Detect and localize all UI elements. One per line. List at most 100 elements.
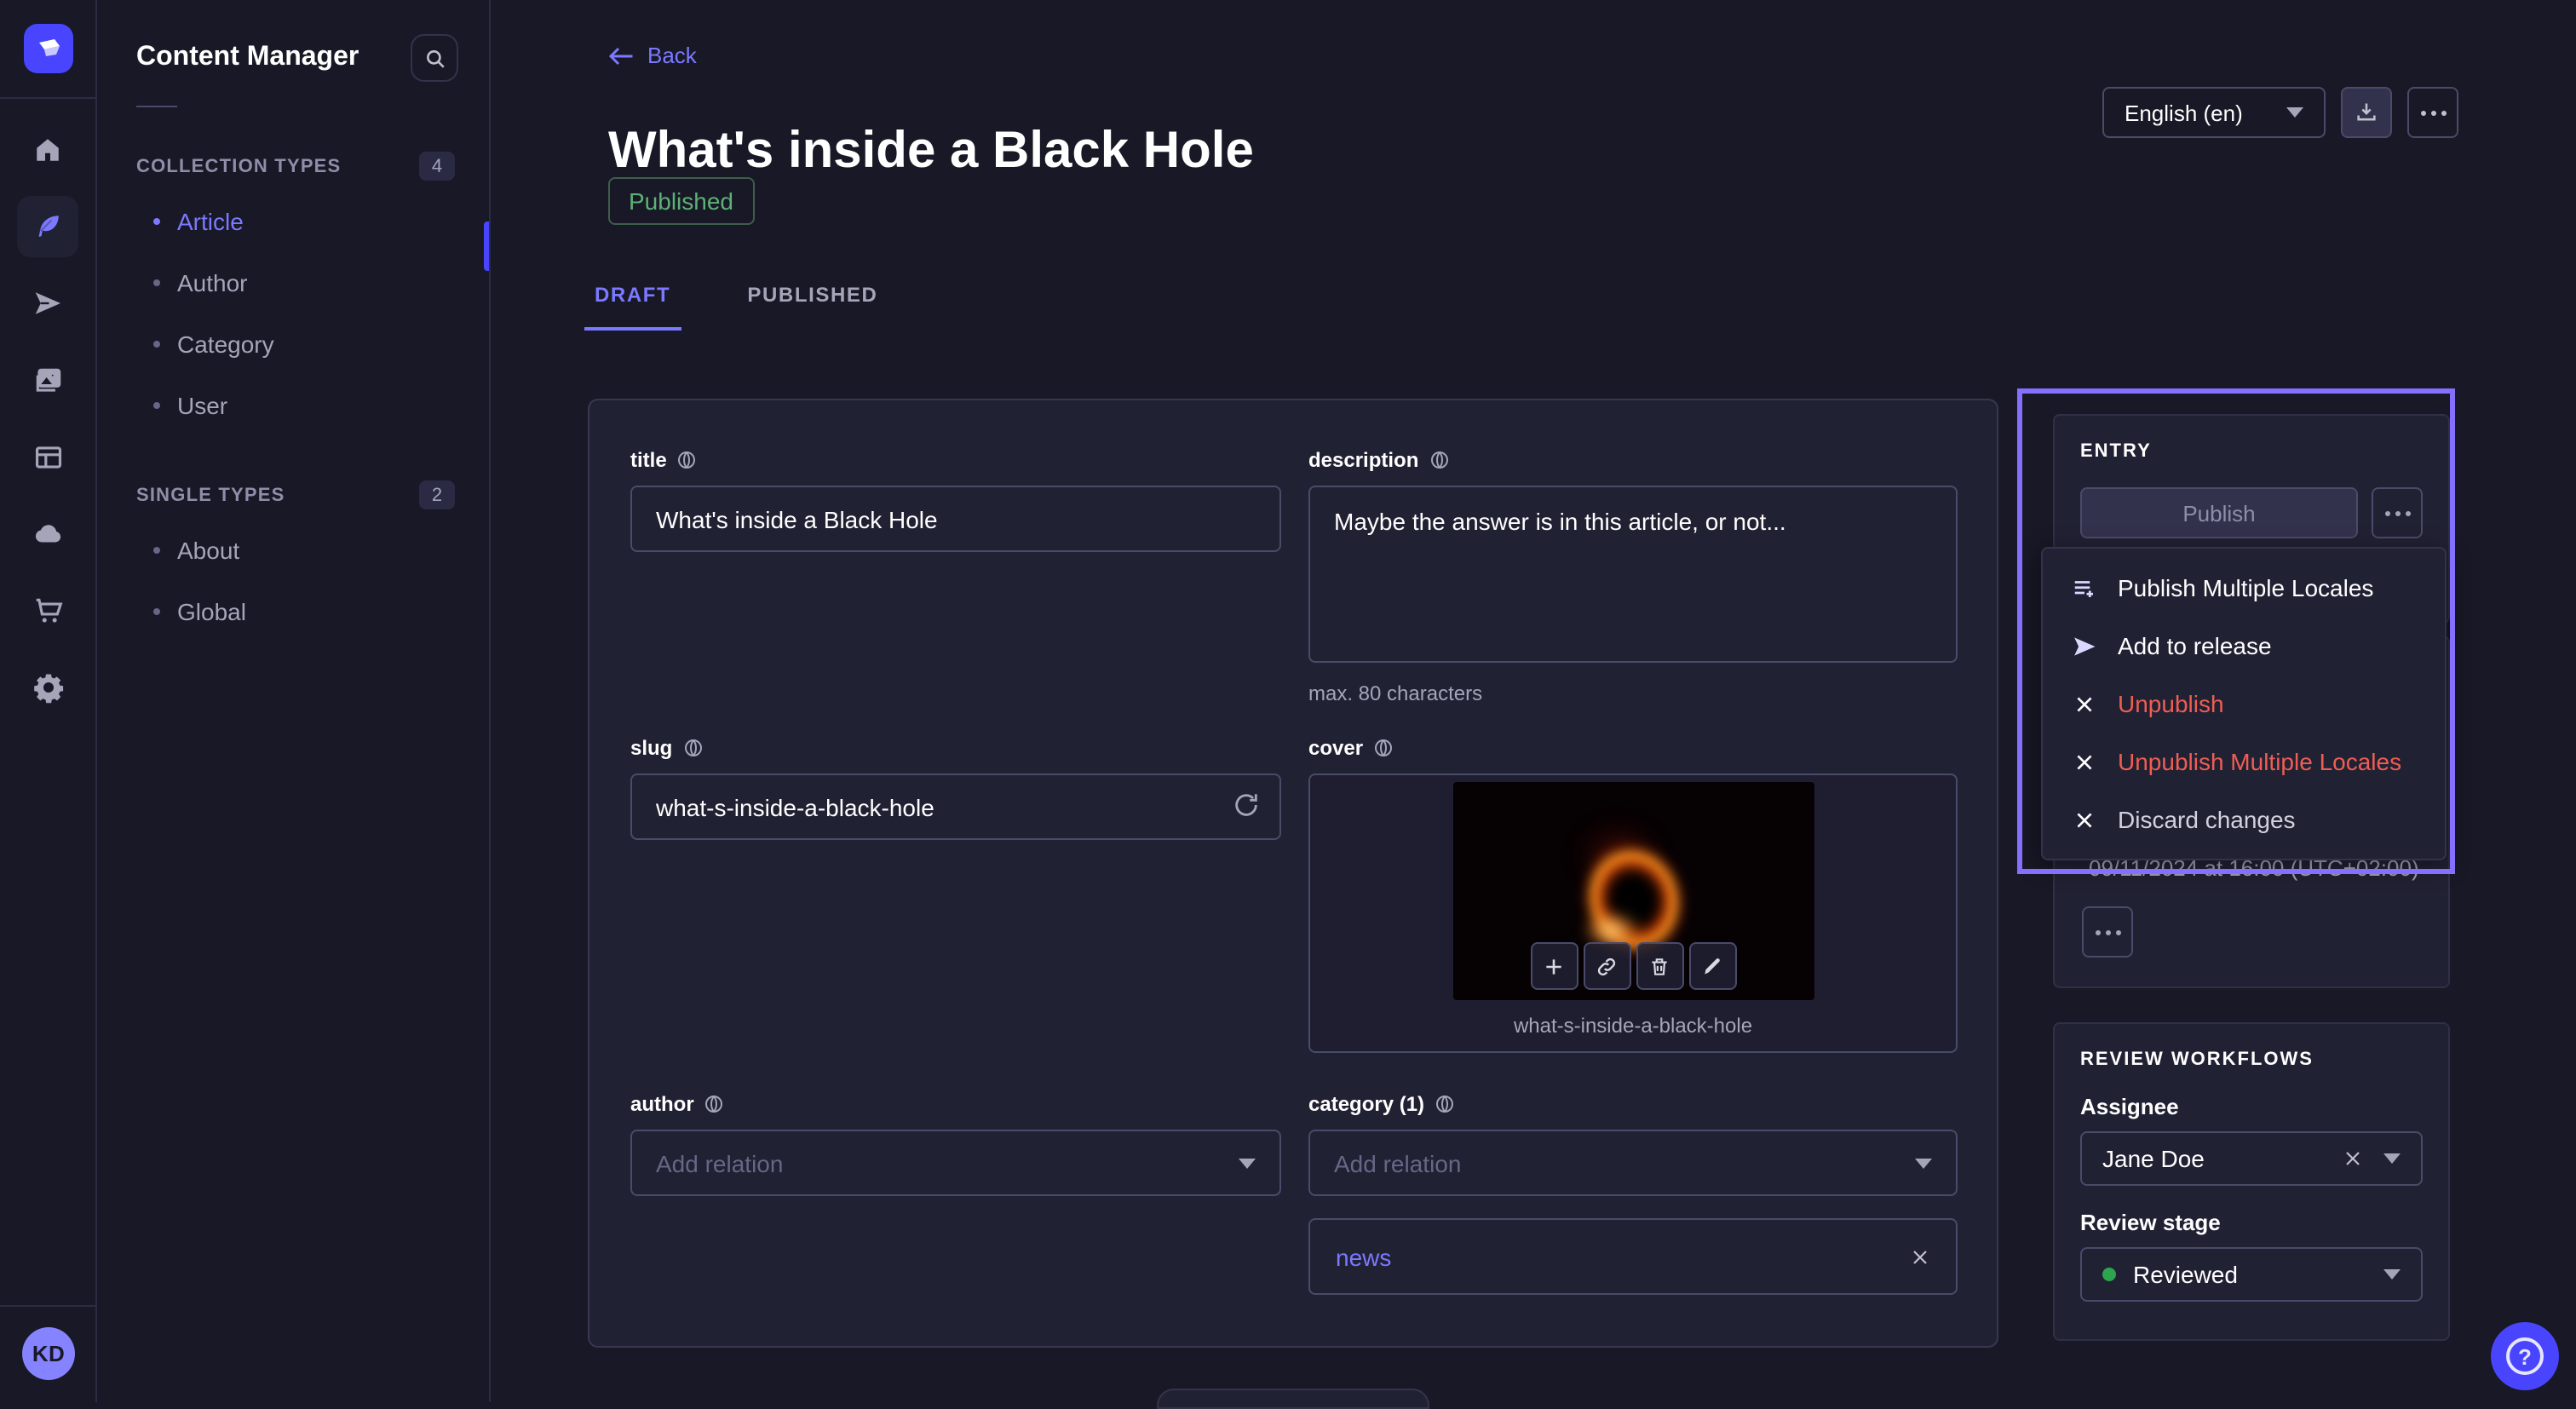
menu-item-label: Unpublish — [2118, 690, 2224, 717]
strapi-admin-app: KD Content Manager COLLECTION TYPES 4 Ar… — [0, 0, 2576, 1402]
cover-media-box: what-s-inside-a-black-hole — [1308, 774, 1958, 1053]
tab-draft[interactable]: DRAFT — [584, 283, 681, 331]
slug-input[interactable] — [630, 774, 1281, 840]
field-label-text: cover — [1308, 736, 1363, 760]
single-types-section: SINGLE TYPES 2 About Global — [97, 480, 489, 642]
user-avatar[interactable]: KD — [22, 1327, 75, 1380]
releases-icon[interactable] — [17, 273, 78, 334]
menu-item-add-to-release[interactable]: Add to release — [2043, 617, 2445, 675]
cross-icon — [2070, 693, 2097, 715]
field-label-text: title — [630, 448, 667, 472]
bullet-icon — [153, 547, 160, 554]
home-icon[interactable] — [17, 119, 78, 181]
sidebar-item-global[interactable]: Global — [97, 581, 489, 642]
menu-item-label: Add to release — [2118, 632, 2272, 659]
content-manager-subnav: Content Manager COLLECTION TYPES 4 Artic… — [97, 0, 491, 1402]
cover-field-label: cover — [1308, 736, 1958, 760]
select-placeholder: Add relation — [1334, 1149, 1461, 1176]
cut-off-bottom-button[interactable] — [1157, 1389, 1429, 1409]
entry-actions-menu: Publish Multiple Locales Add to release … — [2041, 547, 2447, 860]
chevron-down-icon — [2286, 107, 2303, 118]
ellipsis-icon — [2105, 929, 2110, 935]
sidebar-item-label: Article — [177, 208, 244, 235]
globe-icon — [1435, 1094, 1455, 1114]
entry-form-card: title description Maybe the answer is in… — [588, 399, 1998, 1348]
strapi-logo[interactable] — [24, 24, 73, 73]
help-button[interactable]: ? — [2491, 1322, 2559, 1390]
review-stage-select[interactable]: Reviewed — [2080, 1247, 2423, 1302]
deploy-cloud-icon[interactable] — [17, 503, 78, 564]
assignee-select[interactable]: Jane Doe — [2080, 1131, 2423, 1186]
settings-gear-icon[interactable] — [17, 656, 78, 717]
cover-toolbar — [1530, 942, 1736, 990]
assignee-value: Jane Doe — [2102, 1145, 2343, 1172]
category-relation-select[interactable]: Add relation — [1308, 1130, 1958, 1196]
select-placeholder: Add relation — [656, 1149, 783, 1176]
menu-item-discard-changes[interactable]: Discard changes — [2043, 791, 2445, 848]
locale-select[interactable]: English (en) — [2102, 87, 2326, 138]
export-button[interactable] — [2341, 87, 2392, 138]
locale-value: English (en) — [2125, 100, 2243, 125]
chevron-down-icon — [1915, 1158, 1932, 1168]
chevron-down-icon — [1239, 1158, 1256, 1168]
section-label: SINGLE TYPES — [136, 485, 285, 505]
sidebar-item-user[interactable]: User — [97, 375, 489, 436]
sidebar-item-about[interactable]: About — [97, 520, 489, 581]
ellipsis-icon — [2430, 110, 2435, 115]
search-button[interactable] — [411, 34, 458, 82]
slug-field-label: slug — [630, 736, 1281, 760]
information-more-button[interactable] — [2082, 906, 2133, 958]
rail-divider — [0, 97, 95, 99]
globe-icon — [682, 738, 703, 758]
copy-link-button[interactable] — [1583, 942, 1630, 990]
clear-assignee-icon[interactable] — [2343, 1148, 2363, 1169]
back-link[interactable]: Back — [608, 43, 697, 68]
sidebar-item-label: Category — [177, 331, 274, 358]
back-label: Back — [647, 43, 697, 68]
collection-types-count-badge: 4 — [419, 152, 455, 181]
entry-more-button[interactable] — [2372, 487, 2423, 538]
list-plus-icon — [2070, 575, 2097, 601]
publish-button[interactable]: Publish — [2080, 487, 2358, 538]
bullet-icon — [153, 279, 160, 286]
field-label-text: author — [630, 1092, 694, 1116]
tab-published[interactable]: PUBLISHED — [737, 283, 888, 331]
description-hint: max. 80 characters — [1308, 681, 1958, 705]
content-type-builder-icon[interactable] — [17, 426, 78, 487]
add-media-button[interactable] — [1530, 942, 1578, 990]
bullet-icon — [153, 402, 160, 409]
paper-plane-icon — [2070, 633, 2097, 658]
chevron-down-icon — [2383, 1269, 2401, 1280]
regenerate-slug-button[interactable] — [1232, 791, 1261, 820]
sidebar-item-category[interactable]: Category — [97, 313, 489, 375]
search-icon — [423, 47, 446, 69]
marketplace-icon[interactable] — [17, 579, 78, 641]
description-textarea[interactable]: Maybe the answer is in this article, or … — [1308, 486, 1958, 663]
bullet-icon — [153, 218, 160, 225]
edit-media-button[interactable] — [1688, 942, 1736, 990]
sidebar-item-article[interactable]: Article — [97, 191, 489, 252]
header-actions: English (en) — [2102, 87, 2458, 138]
author-relation-select[interactable]: Add relation — [630, 1130, 1281, 1196]
header-more-button[interactable] — [2407, 87, 2458, 138]
bullet-icon — [153, 341, 160, 348]
delete-media-button[interactable] — [1636, 942, 1683, 990]
remove-relation-icon[interactable] — [1910, 1246, 1930, 1267]
review-stage-value: Reviewed — [2133, 1261, 2383, 1288]
cross-icon — [2070, 751, 2097, 773]
refresh-icon — [1232, 791, 1261, 820]
media-library-icon[interactable] — [17, 349, 78, 411]
title-input[interactable] — [630, 486, 1281, 552]
menu-item-unpublish[interactable]: Unpublish — [2043, 675, 2445, 733]
globe-icon — [704, 1094, 725, 1114]
relation-link-news[interactable]: news — [1336, 1243, 1391, 1270]
sidebar-item-author[interactable]: Author — [97, 252, 489, 313]
content-manager-icon[interactable] — [17, 196, 78, 257]
strapi-logo-icon — [35, 35, 62, 62]
entry-panel-heading: ENTRY — [2080, 441, 2423, 462]
menu-item-unpublish-multiple-locales[interactable]: Unpublish Multiple Locales — [2043, 733, 2445, 791]
chevron-down-icon — [2383, 1153, 2401, 1164]
menu-item-publish-multiple-locales[interactable]: Publish Multiple Locales — [2043, 559, 2445, 617]
ellipsis-icon — [2395, 510, 2400, 515]
section-label: COLLECTION TYPES — [136, 156, 341, 176]
